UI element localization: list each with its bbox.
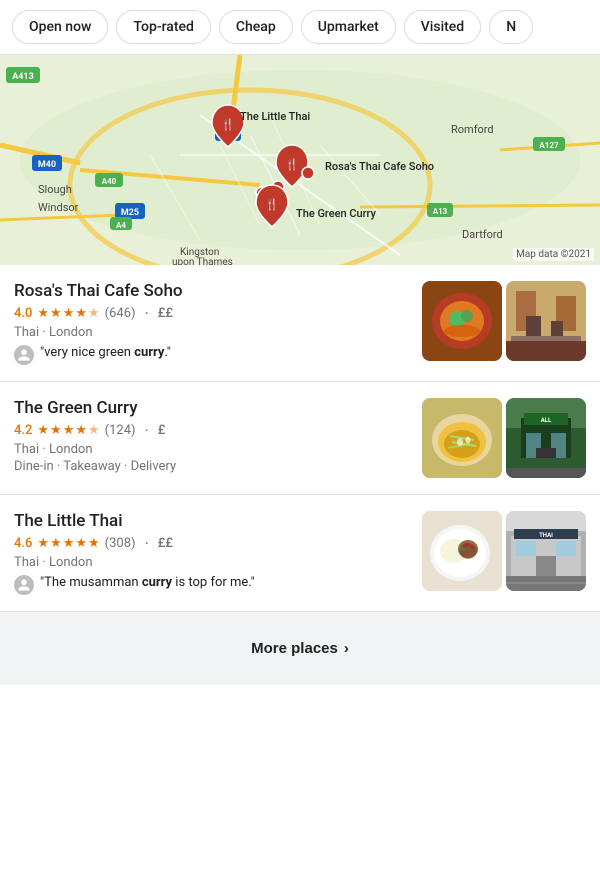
svg-text:Rosa's Thai Cafe Soho: Rosa's Thai Cafe Soho [325,160,434,173]
svg-text:The Little Thai: The Little Thai [240,110,310,123]
svg-text:A127: A127 [539,141,559,150]
star-4: ★ [75,423,87,438]
result-name-green-curry: The Green Curry [14,398,410,418]
chip-upmarket[interactable]: Upmarket [301,10,396,44]
svg-text:A4: A4 [116,221,126,230]
price-little-thai: ££ [158,536,173,551]
photo-2-green-curry: ALL [506,398,586,478]
avatar-little-thai [14,575,34,595]
review-count-rosas-thai: (646) [105,306,136,321]
result-item-green-curry[interactable]: The Green Curry 4.2 ★ ★ ★ ★ ★ (124) · £ … [0,382,600,495]
results-list: Rosa's Thai Cafe Soho 4.0 ★ ★ ★ ★ ★ (646… [0,265,600,612]
chip-visited[interactable]: Visited [404,10,481,44]
review-text-little-thai: "The musamman curry is top for me." [40,574,255,592]
photo-1-little-thai [422,511,502,591]
rating-row-green-curry: 4.2 ★ ★ ★ ★ ★ (124) · £ [14,421,410,440]
price-rosas-thai: ££ [158,306,173,321]
star-2: ★ [50,423,62,438]
photo-1-rosas-thai [422,281,502,361]
star-2: ★ [50,536,62,551]
review-text-rosas-thai: "very nice green curry." [40,344,171,362]
result-info-green-curry: The Green Curry 4.2 ★ ★ ★ ★ ★ (124) · £ … [14,398,410,478]
more-places-arrow: › [344,640,349,657]
rating-row-rosas-thai: 4.0 ★ ★ ★ ★ ★ (646) · ££ [14,304,410,323]
svg-text:🍴: 🍴 [265,198,279,211]
more-places-label: More places [251,640,338,657]
svg-text:Slough: Slough [38,183,72,196]
photos-green-curry: ALL [422,398,586,478]
star-3: ★ [63,423,75,438]
svg-text:M40: M40 [38,160,56,170]
star-5: ★ [88,306,100,321]
more-places-button[interactable]: More places › [16,626,584,671]
svg-text:🍴: 🍴 [221,118,235,131]
star-1: ★ [37,423,49,438]
star-3: ★ [63,536,75,551]
svg-text:ALL: ALL [541,417,552,424]
star-2: ★ [50,306,62,321]
filter-bar: Open now Top-rated Cheap Upmarket Visite… [0,0,600,55]
svg-text:upon Thames: upon Thames [172,257,233,265]
result-item-rosas-thai[interactable]: Rosa's Thai Cafe Soho 4.0 ★ ★ ★ ★ ★ (646… [0,265,600,382]
dot-sep: · [145,421,149,440]
star-5: ★ [88,536,100,551]
svg-text:Dartford: Dartford [462,228,503,241]
rating-number-green-curry: 4.2 [14,423,32,438]
result-name-rosas-thai: Rosa's Thai Cafe Soho [14,281,410,301]
stars-little-thai: ★ ★ ★ ★ ★ [37,536,99,551]
photo-2-rosas-thai [506,281,586,361]
map-copyright: Map data ©2021 [513,248,594,261]
svg-text:Romford: Romford [451,123,494,136]
svg-text:🍴: 🍴 [285,158,299,171]
star-5: ★ [88,423,100,438]
map-area[interactable]: A413 M40 M25 A40 A4 M1 A127 A13 Romford … [0,55,600,265]
star-4: ★ [75,536,87,551]
star-3: ★ [63,306,75,321]
services-green-curry: Dine-in · Takeaway · Delivery [14,459,410,474]
avatar-rosas-thai [14,345,34,365]
svg-text:The Green Curry: The Green Curry [296,207,377,220]
photo-1-green-curry [422,398,502,478]
dot-sep: · [145,304,149,323]
photo-2-little-thai: THAI [506,511,586,591]
svg-text:Windsor: Windsor [38,201,79,214]
review-count-little-thai: (308) [105,536,136,551]
chip-open-now[interactable]: Open now [12,10,108,44]
svg-text:A40: A40 [102,177,117,186]
category-rosas-thai: Thai · London [14,325,410,340]
svg-text:A413: A413 [12,72,34,82]
result-item-little-thai[interactable]: The Little Thai 4.6 ★ ★ ★ ★ ★ (308) · ££… [0,495,600,612]
chip-top-rated[interactable]: Top-rated [116,10,210,44]
price-green-curry: £ [158,423,166,438]
result-name-little-thai: The Little Thai [14,511,410,531]
category-green-curry: Thai · London [14,442,410,457]
result-info-little-thai: The Little Thai 4.6 ★ ★ ★ ★ ★ (308) · ££… [14,511,410,595]
chip-cheap[interactable]: Cheap [219,10,293,44]
category-little-thai: Thai · London [14,555,410,570]
svg-text:A13: A13 [433,207,448,216]
rating-number-little-thai: 4.6 [14,536,32,551]
dot-sep: · [145,534,149,553]
photos-rosas-thai [422,281,586,361]
rating-row-little-thai: 4.6 ★ ★ ★ ★ ★ (308) · ££ [14,534,410,553]
rating-number-rosas-thai: 4.0 [14,306,32,321]
review-count-green-curry: (124) [105,423,136,438]
more-places-container: More places › [0,612,600,685]
svg-text:M25: M25 [121,208,139,218]
star-1: ★ [37,306,49,321]
snippet-little-thai: "The musamman curry is top for me." [14,574,410,595]
star-4: ★ [75,306,87,321]
stars-green-curry: ★ ★ ★ ★ ★ [37,423,99,438]
photos-little-thai: THAI [422,511,586,591]
chip-more[interactable]: N [489,10,533,44]
result-info-rosas-thai: Rosa's Thai Cafe Soho 4.0 ★ ★ ★ ★ ★ (646… [14,281,410,365]
stars-rosas-thai: ★ ★ ★ ★ ★ [37,306,99,321]
snippet-rosas-thai: "very nice green curry." [14,344,410,365]
svg-text:THAI: THAI [539,532,553,539]
star-1: ★ [37,536,49,551]
